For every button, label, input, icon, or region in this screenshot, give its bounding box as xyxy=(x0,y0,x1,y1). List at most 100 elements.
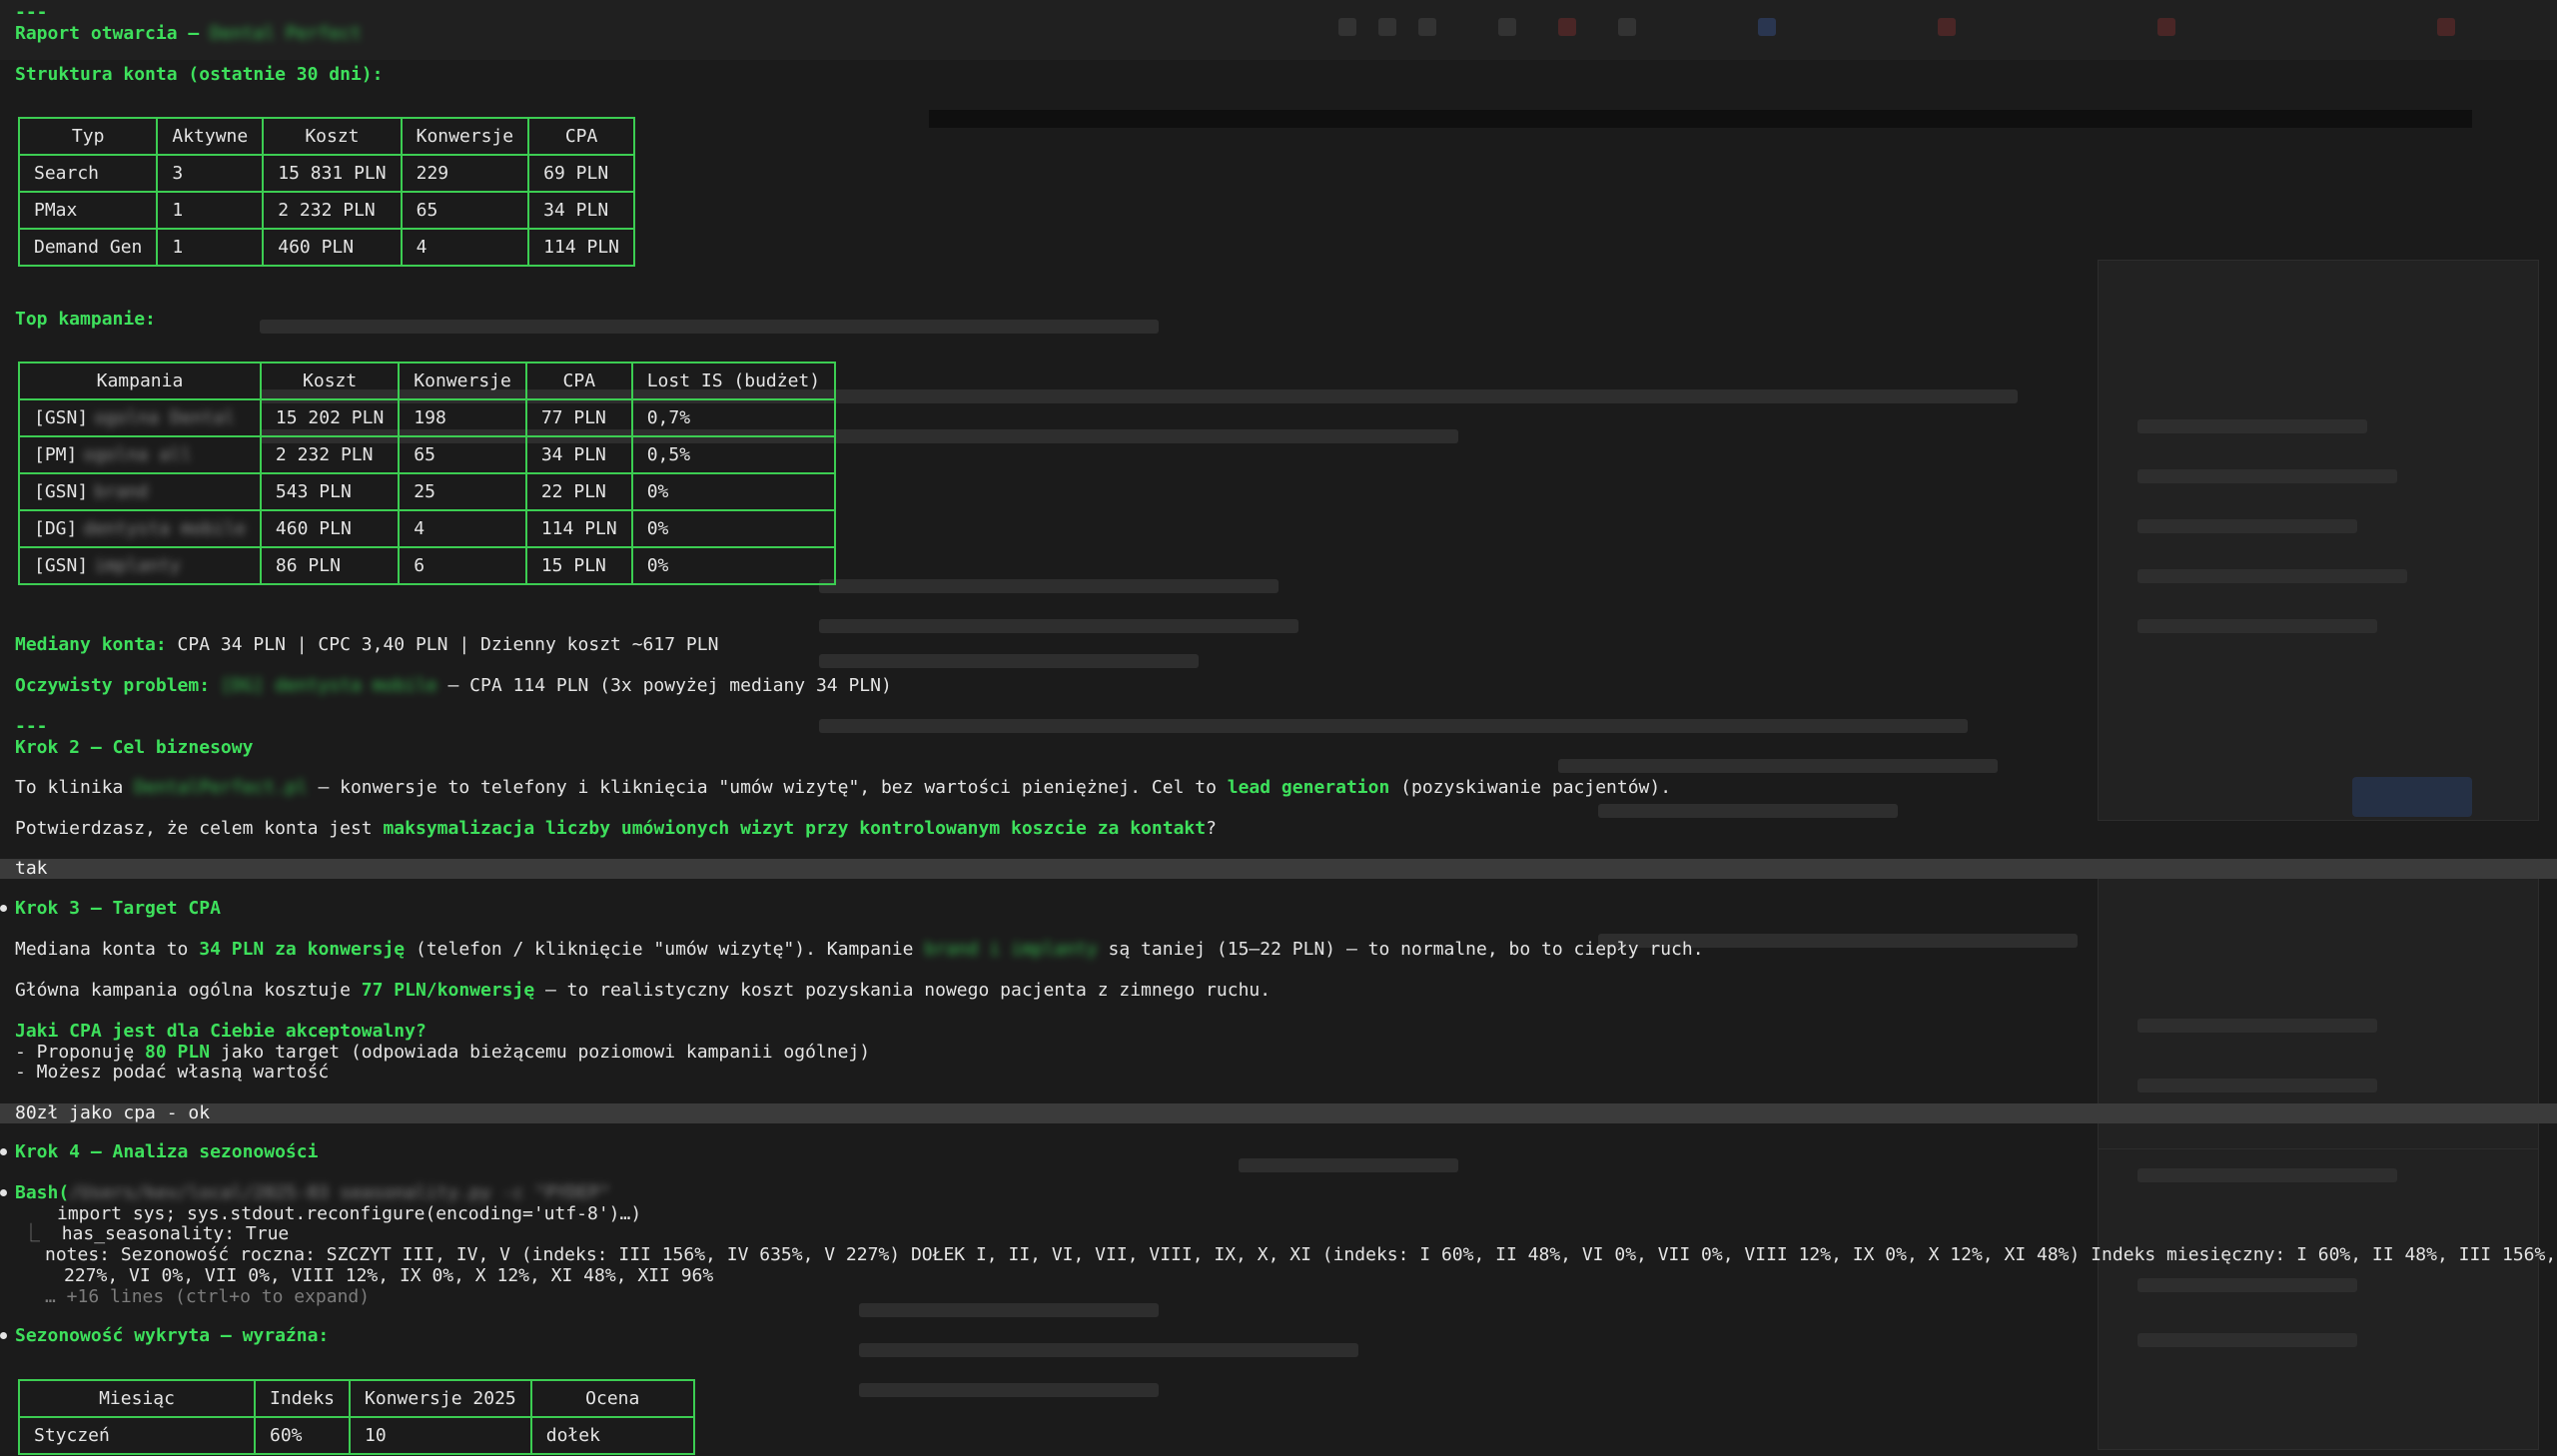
bullet-icon xyxy=(0,1148,7,1155)
bash-output-2: notes: Sezonowość roczna: SZCZYT III, IV… xyxy=(45,1244,2557,1265)
step2-heading: Krok 2 — Cel biznesowy xyxy=(15,737,254,758)
table-cell: 86 PLN xyxy=(259,546,401,585)
redacted-campaign-name: brand xyxy=(94,480,149,502)
step2-paragraph-1: To klinika DentalPerfect.pl — konwersje … xyxy=(15,777,1672,798)
table-cell: 460 PLN xyxy=(259,509,401,548)
redacted-campaign-name: ogolna Dental xyxy=(94,406,236,428)
campaign-prefix: [GSN] xyxy=(34,554,89,576)
structure-heading: Struktura konta (ostatnie 30 dni): xyxy=(15,64,384,85)
obvious-problem: Oczywisty problem: [DG] dentysta mobile … xyxy=(15,675,892,696)
campaign-name-cell: [GSN] implanty xyxy=(18,546,262,585)
table-row: [GSN] ogolna Dental 15 202 PLN 198 77 PLN 0,7… xyxy=(18,398,837,437)
table-row: PMax 1 2 232 PLN 65 34 PLN xyxy=(17,191,636,230)
table-cell: 77 PLN xyxy=(524,398,633,437)
table-cell: dołek xyxy=(529,1416,695,1455)
top-campaigns-heading: Top kampanie: xyxy=(15,309,156,330)
table-cell: 10 xyxy=(349,1416,532,1455)
table-cell: 543 PLN xyxy=(259,472,401,511)
column-header: CPA xyxy=(527,117,636,156)
table-row: [GSN] implanty 86 PLN 6 15 PLN 0% xyxy=(18,546,837,585)
table-cell: Demand Gen xyxy=(17,228,159,267)
table-cell: 15 831 PLN xyxy=(262,154,403,193)
step3-paragraph-2: Główna kampania ogólna kosztuje 77 PLN/k… xyxy=(15,980,1272,1001)
table-cell: Search xyxy=(17,154,159,193)
step3-option-2: - Możesz podać własną wartość xyxy=(15,1062,330,1083)
bash-command-line-2: import sys; sys.stdout.reconfigure(encod… xyxy=(57,1203,642,1224)
table-header-row: Miesiąc Indeks Konwersje 2025 Ocena xyxy=(18,1379,695,1418)
redacted-path: /Users/kev/local/2025-03 seasonality.py … xyxy=(69,1182,611,1203)
column-header: Ocena xyxy=(529,1379,695,1418)
bullet-icon xyxy=(0,1332,7,1339)
table-cell: 1 xyxy=(156,228,265,267)
table-cell: 25 xyxy=(398,472,527,511)
campaign-name-cell: [DG] dentysta mobile xyxy=(18,509,262,548)
table-row: Styczeń 60% 10 dołek xyxy=(18,1416,695,1455)
column-header: Lost IS (budżet) xyxy=(630,362,837,400)
column-header: Miesiąc xyxy=(18,1379,256,1418)
table-cell: 15 202 PLN xyxy=(259,398,401,437)
table-cell: 114 PLN xyxy=(524,509,633,548)
step3-paragraph-1: Mediana konta to 34 PLN za konwersję (te… xyxy=(15,939,1704,960)
table-cell: 1 xyxy=(156,191,265,230)
column-header: Indeks xyxy=(253,1379,352,1418)
step3-heading: Krok 3 — Target CPA xyxy=(15,898,221,919)
table-row: [PM] ogolna all 2 232 PLN 65 34 PLN 0,5% xyxy=(18,435,837,474)
table-cell: 69 PLN xyxy=(527,154,636,193)
separator: --- xyxy=(15,2,48,23)
step4-heading: Krok 4 — Analiza sezonowości xyxy=(15,1141,319,1162)
structure-table: Typ Aktywne Koszt Konwersje CPA Search 3 15 83… xyxy=(17,117,636,267)
campaign-prefix: [GSN] xyxy=(34,406,89,428)
table-header-row: Typ Aktywne Koszt Konwersje CPA xyxy=(17,117,636,156)
table-cell: 60% xyxy=(253,1416,352,1455)
column-header: Aktywne xyxy=(156,117,265,156)
bullet-icon xyxy=(0,1189,7,1196)
table-cell: 0% xyxy=(630,509,837,548)
report-title: Raport otwarcia — Dental Perfect xyxy=(15,23,362,44)
bash-output-3: 227%, VI 0%, VII 0%, VIII 12%, IX 0%, X … xyxy=(64,1265,714,1286)
table-cell: 0,5% xyxy=(630,435,837,474)
redacted-client-name: Dental Perfect xyxy=(210,23,362,44)
user-message: 80zł jako cpa - ok xyxy=(0,1103,2557,1123)
table-cell: 3 xyxy=(156,154,265,193)
bash-output-1: ⎿ has_seasonality: True xyxy=(22,1223,290,1244)
table-cell: 4 xyxy=(398,509,527,548)
column-header: Konwersje 2025 xyxy=(349,1379,532,1418)
table-cell: 15 PLN xyxy=(524,546,633,585)
table-cell: 114 PLN xyxy=(527,228,636,267)
expand-output-hint[interactable]: … +16 lines (ctrl+o to expand) xyxy=(45,1287,370,1307)
seasonality-heading: Sezonowość wykryta — wyraźna: xyxy=(15,1325,330,1346)
table-cell: 34 PLN xyxy=(524,435,633,474)
bullet-icon xyxy=(0,905,7,912)
table-row: Demand Gen 1 460 PLN 4 114 PLN xyxy=(17,228,636,267)
step2-question: Potwierdzasz, że celem konta jest maksym… xyxy=(15,818,1217,839)
step3-option-1: - Proponuję 80 PLN jako target (odpowiad… xyxy=(15,1042,871,1063)
column-header: Koszt xyxy=(259,362,401,400)
table-cell: PMax xyxy=(17,191,159,230)
column-header: Koszt xyxy=(262,117,403,156)
table-cell: 34 PLN xyxy=(527,191,636,230)
campaign-prefix: [DG] xyxy=(34,517,78,539)
table-cell: 65 xyxy=(398,435,527,474)
campaign-name-cell: [GSN] brand xyxy=(18,472,262,511)
campaign-prefix: [PM] xyxy=(34,443,78,465)
redacted-campaigns: brand i implanty xyxy=(924,939,1098,960)
table-row: [GSN] brand 543 PLN 25 22 PLN 0% xyxy=(18,472,837,511)
table-cell: 65 xyxy=(400,191,530,230)
campaign-prefix: [GSN] xyxy=(34,480,89,502)
account-medians: Mediany konta: CPA 34 PLN | CPC 3,40 PLN… xyxy=(15,634,719,655)
terminal-output: --- Raport otwarcia — Dental Perfect Str… xyxy=(0,0,2557,1456)
column-header: CPA xyxy=(524,362,633,400)
bash-command: Bash(/Users/kev/local/2025-03 seasonalit… xyxy=(15,1182,611,1203)
column-header: Konwersje xyxy=(400,117,530,156)
column-header: Kampania xyxy=(18,362,262,400)
table-row: Search 3 15 831 PLN 229 69 PLN xyxy=(17,154,636,193)
table-cell: 2 232 PLN xyxy=(262,191,403,230)
campaign-name-cell: [PM] ogolna all xyxy=(18,435,262,474)
seasonality-table: Miesiąc Indeks Konwersje 2025 Ocena Styczeń… xyxy=(18,1379,695,1455)
table-cell: 198 xyxy=(398,398,527,437)
campaigns-table: Kampania Koszt Konwersje CPA Lost IS (budżet… xyxy=(18,362,837,585)
redacted-campaign-name: implanty xyxy=(94,554,181,576)
table-cell: 22 PLN xyxy=(524,472,633,511)
campaign-name-cell: [GSN] ogolna Dental xyxy=(18,398,262,437)
table-cell: 6 xyxy=(398,546,527,585)
